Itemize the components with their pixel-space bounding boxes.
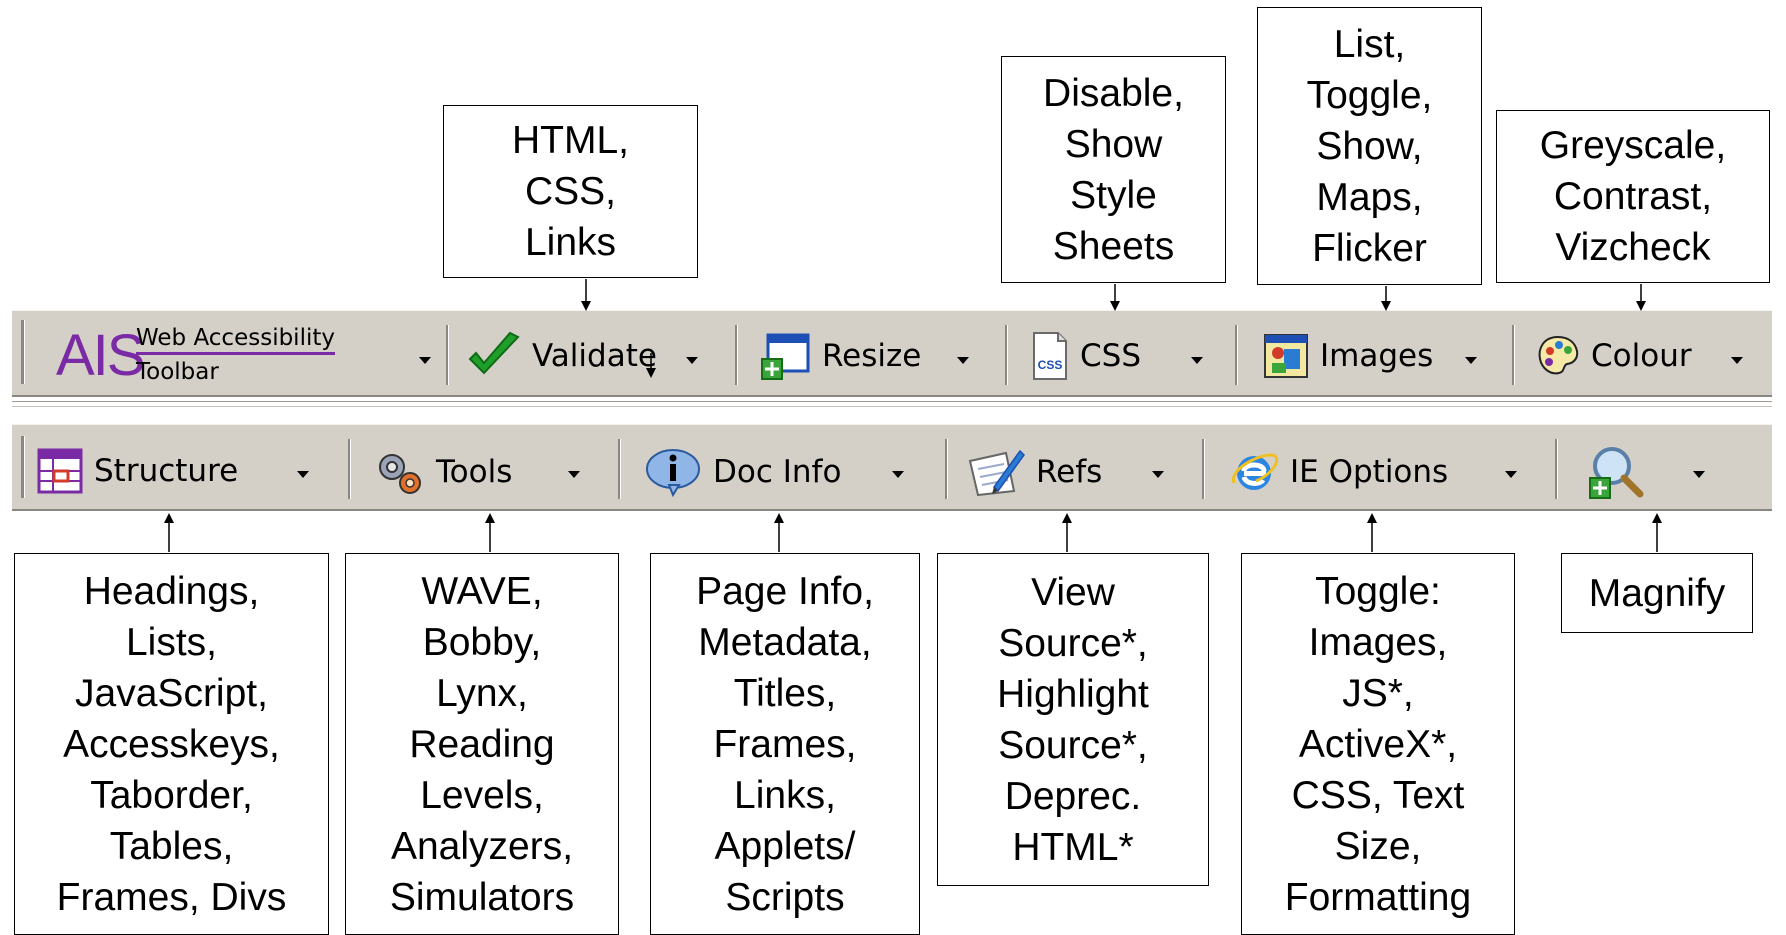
refs-label: Refs [1036, 454, 1103, 490]
images-icon [1264, 334, 1308, 378]
resize-button[interactable]: Resize [760, 331, 921, 381]
toolbar-bottom [12, 424, 1772, 511]
css-label: CSS [1080, 338, 1142, 374]
css-dropdown-arrow[interactable] [1191, 357, 1203, 364]
images-button[interactable]: Images [1262, 331, 1433, 381]
tools-dropdown-arrow[interactable] [568, 471, 580, 478]
callout-refs: View Source*, Highlight Source*, Deprec.… [937, 553, 1209, 886]
refs-pencil-icon [968, 449, 1025, 497]
validate-label: Validate [532, 338, 657, 374]
colour-button[interactable]: Colour [1535, 331, 1692, 381]
magnify-dropdown-arrow[interactable] [1693, 471, 1705, 478]
docinfo-label: Doc Info [713, 454, 842, 490]
callout-validate: HTML, CSS, Links [443, 105, 698, 278]
ais-dropdown-arrow[interactable] [419, 357, 431, 364]
images-dropdown-arrow[interactable] [1465, 357, 1477, 364]
gears-icon [379, 454, 421, 494]
callout-ieoptions: Toggle: Images, JS*, ActiveX*, CSS, Text… [1241, 553, 1515, 935]
tools-label: Tools [436, 454, 513, 490]
toolbar-separator [945, 439, 948, 499]
ieoptions-label: IE Options [1290, 454, 1449, 490]
callout-magnify: Magnify [1561, 553, 1753, 633]
refs-dropdown-arrow[interactable] [1152, 471, 1164, 478]
info-icon [646, 449, 700, 497]
checkmark-icon [468, 331, 520, 375]
ieoptions-button[interactable]: IE Options [1230, 447, 1448, 497]
structure-label: Structure [94, 453, 239, 489]
ieoptions-dropdown-arrow[interactable] [1505, 471, 1517, 478]
toolbar-separator [1202, 439, 1205, 499]
ais-logo-line1: Web Accessibility [136, 325, 335, 355]
images-label: Images [1320, 338, 1434, 374]
callout-tools: WAVE, Bobby, Lynx, Reading Levels, Analy… [345, 553, 619, 935]
toolbar-divider [12, 401, 1772, 407]
resize-window-icon [761, 333, 810, 380]
toolbar-grip[interactable] [21, 436, 25, 498]
structure-icon [37, 448, 83, 494]
toolbar-separator [1005, 325, 1008, 385]
ais-logo-line2: Toolbar [136, 359, 219, 385]
ie-logo-icon [1232, 453, 1279, 490]
colour-dropdown-arrow[interactable] [1731, 357, 1743, 364]
tools-button[interactable]: Tools [372, 447, 512, 497]
toolbar-separator [446, 325, 449, 385]
ais-logo[interactable]: AIS Web Accessibility Toolbar [56, 323, 396, 389]
callout-css: Disable, Show Style Sheets [1001, 56, 1226, 283]
validate-dropdown-arrow[interactable] [686, 357, 698, 364]
structure-button[interactable]: Structure [36, 447, 238, 495]
callout-docinfo: Page Info, Metadata, Titles, Frames, Lin… [650, 553, 920, 935]
callout-structure: Headings, Lists, JavaScript, Accesskeys,… [14, 553, 329, 935]
toolbar-separator [735, 325, 738, 385]
toolbar-separator [348, 439, 351, 499]
docinfo-dropdown-arrow[interactable] [892, 471, 904, 478]
css-file-icon: CSS [1033, 332, 1067, 380]
ais-logo-mark: AIS [56, 323, 145, 388]
colour-label: Colour [1591, 338, 1692, 374]
toolbar-separator [1512, 325, 1515, 385]
magnify-button[interactable] [1588, 444, 1654, 500]
toolbar-grip[interactable] [21, 320, 25, 384]
callout-images: List, Toggle, Show, Maps, Flicker [1257, 7, 1482, 285]
callout-colour: Greyscale, Contrast, Vizcheck [1496, 110, 1770, 283]
css-button[interactable]: CSS CSS [1030, 331, 1141, 381]
svg-text:CSS: CSS [1038, 358, 1063, 372]
toolbar-separator [1235, 325, 1238, 385]
structure-dropdown-arrow[interactable] [297, 471, 309, 478]
magnify-icon [1589, 447, 1644, 499]
resize-dropdown-arrow[interactable] [957, 357, 969, 364]
docinfo-button[interactable]: Doc Info [643, 447, 841, 497]
colour-palette-icon [1538, 335, 1579, 375]
refs-button[interactable]: Refs [966, 447, 1102, 497]
validate-button[interactable]: Validate [466, 331, 657, 381]
toolbar-separator [1555, 439, 1558, 499]
toolbar-separator [618, 439, 621, 499]
resize-label: Resize [822, 338, 922, 374]
